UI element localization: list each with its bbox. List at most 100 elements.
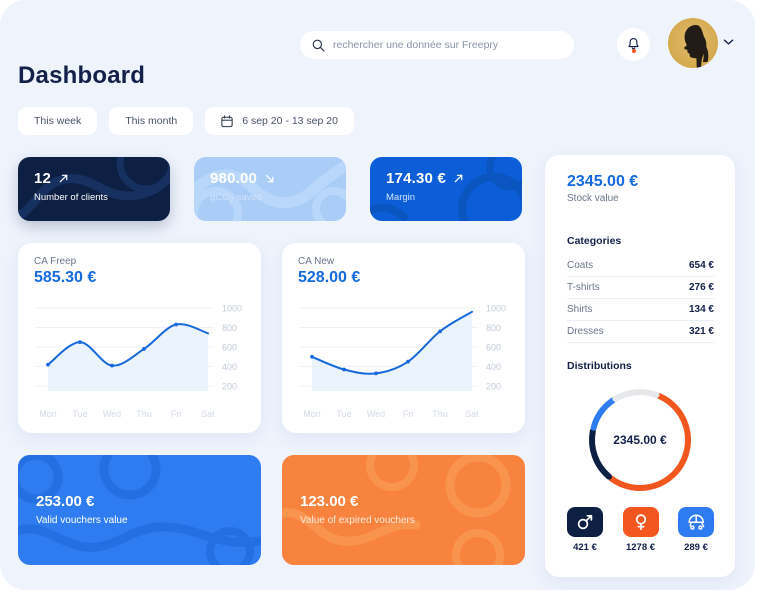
- stat-label: Margin: [386, 192, 416, 203]
- badge-group-female[interactable]: 1278 €: [622, 507, 659, 553]
- decorative-shapes: [18, 455, 261, 565]
- distribution-badges: 421 € 1278 € 289 €: [567, 507, 714, 553]
- y-tick-label: 200: [222, 382, 237, 392]
- stat-card-clients[interactable]: 12 Number of clients: [18, 157, 170, 221]
- category-name: Shirts: [567, 304, 593, 315]
- stock-label: Stock value: [567, 193, 619, 204]
- notification-dot: [632, 49, 636, 53]
- page-title: Dashboard: [18, 62, 146, 89]
- male-badge[interactable]: [567, 507, 603, 537]
- filter-this-week[interactable]: This week: [18, 107, 98, 135]
- search-icon: [312, 39, 325, 51]
- stat-value: 174.30 €: [386, 170, 446, 187]
- chart-card-ca-freep[interactable]: CA Freep 585.30 € 1000 800 600 400 200 Mon Tue…: [18, 243, 261, 433]
- category-name: Dresses: [567, 326, 604, 337]
- y-tick-label: 600: [222, 343, 237, 353]
- x-tick-label: Tue: [72, 409, 87, 419]
- category-name: T-shirts: [567, 282, 600, 293]
- line-chart-ca-new: 1000 800 600 400 200 Mon Tue Wed Fri Thu Sat: [282, 291, 525, 433]
- x-tick-label: Mon: [303, 409, 321, 419]
- stat-card-margin[interactable]: 174.30 € Margin: [370, 157, 522, 221]
- x-tick-label: Fri: [171, 409, 182, 419]
- distributions-title: Distributions: [567, 360, 632, 372]
- y-tick-label: 200: [486, 382, 501, 392]
- dashboard-page: Dashboard This week This month 6 sep 20 …: [0, 0, 755, 590]
- badge-group-male[interactable]: 421 €: [567, 507, 603, 553]
- x-tick-label: Tue: [336, 409, 351, 419]
- x-tick-label: Wed: [103, 409, 121, 419]
- category-amount: 276 €: [688, 282, 714, 293]
- search-bar[interactable]: [300, 31, 574, 59]
- stat-card-co2[interactable]: 980.00 gCO2 saved: [194, 157, 346, 221]
- male-icon: [577, 514, 593, 530]
- trend-up-icon: [59, 174, 68, 183]
- x-tick-label: Sat: [465, 409, 479, 419]
- donut-chart-distributions[interactable]: 2345.00 €: [572, 380, 708, 500]
- category-name: Coats: [567, 260, 594, 271]
- decorative-shapes: [282, 455, 511, 565]
- avatar-silhouette-icon: [684, 25, 709, 68]
- trend-up-icon: [454, 174, 463, 183]
- chart-card-ca-new[interactable]: CA New 528.00 € 1000 800 600 400 200 Mon Tue We…: [282, 243, 525, 433]
- male-value: 421 €: [573, 542, 597, 553]
- voucher-value: 123.00 €: [300, 493, 359, 510]
- category-row: Shirts 134 €: [567, 299, 714, 321]
- y-tick-label: 1000: [222, 303, 242, 313]
- badge-group-kids[interactable]: 289 €: [678, 507, 714, 553]
- y-tick-label: 400: [222, 362, 237, 372]
- x-tick-label: Thu: [136, 409, 152, 419]
- filter-row: This week This month 6 sep 20 - 13 sep 2…: [18, 107, 354, 135]
- stat-value: 12: [34, 170, 52, 187]
- y-tick-label: 800: [222, 323, 237, 333]
- stroller-icon: [687, 514, 704, 530]
- chart-value: 585.30 €: [34, 269, 97, 286]
- date-range-picker[interactable]: 6 sep 20 - 13 sep 20: [205, 107, 354, 135]
- voucher-card-valid[interactable]: 253.00 € Valid vouchers value: [18, 455, 261, 565]
- voucher-card-expired[interactable]: 123.00 € Value of expired vouchers: [282, 455, 525, 565]
- categories-title: Categories: [567, 235, 622, 247]
- voucher-label: Valid vouchers value: [36, 515, 128, 526]
- search-input[interactable]: [333, 39, 562, 51]
- voucher-label: Value of expired vouchers: [300, 515, 415, 526]
- stat-value: 980.00: [210, 170, 258, 187]
- y-tick-label: 800: [486, 323, 501, 333]
- line-chart-ca-freep: 1000 800 600 400 200 Mon Tue Wed Thu Fri Sat: [18, 291, 261, 433]
- stat-label-tail: saved: [233, 192, 262, 203]
- chart-title: CA Freep: [34, 256, 77, 267]
- female-value: 1278 €: [625, 542, 656, 553]
- y-tick-label: 600: [486, 343, 501, 353]
- date-range-label: 6 sep 20 - 13 sep 20: [242, 115, 338, 127]
- notifications-button[interactable]: [617, 28, 650, 61]
- x-tick-label: Wed: [367, 409, 385, 419]
- trend-down-icon: [265, 174, 274, 183]
- kids-badge[interactable]: [678, 507, 714, 537]
- category-row: Coats 654 €: [567, 255, 714, 277]
- chevron-down-icon[interactable]: [723, 38, 734, 46]
- category-row: T-shirts 276 €: [567, 277, 714, 299]
- category-row: Dresses 321 €: [567, 321, 714, 343]
- x-tick-label: Sat: [201, 409, 215, 419]
- female-badge[interactable]: [622, 507, 659, 537]
- chart-value: 528.00 €: [298, 269, 361, 286]
- x-tick-label: Fri: [403, 409, 414, 419]
- kids-value: 289 €: [684, 542, 708, 553]
- categories-list: Coats 654 € T-shirts 276 € Shirts 134 € Dresse…: [567, 255, 714, 343]
- stock-panel: 2345.00 € Stock value Categories Coats 65…: [545, 155, 735, 577]
- stock-value: 2345.00 €: [567, 173, 639, 190]
- avatar[interactable]: [668, 18, 718, 68]
- stat-label: Number of clients: [34, 192, 108, 203]
- female-icon: [635, 514, 646, 531]
- x-tick-label: Thu: [432, 409, 448, 419]
- y-tick-label: 1000: [486, 303, 506, 313]
- y-tick-label: 400: [486, 362, 501, 372]
- voucher-value: 253.00 €: [36, 493, 95, 510]
- calendar-icon: [221, 114, 233, 127]
- stat-label: gCO2 saved: [210, 192, 346, 205]
- category-amount: 321 €: [688, 326, 714, 337]
- donut-center-value: 2345.00 €: [613, 433, 667, 447]
- category-amount: 134 €: [688, 304, 714, 315]
- filter-this-month[interactable]: This month: [109, 107, 194, 135]
- x-tick-label: Mon: [39, 409, 57, 419]
- chart-title: CA New: [298, 256, 335, 267]
- stat-label-main: gCO: [210, 192, 230, 203]
